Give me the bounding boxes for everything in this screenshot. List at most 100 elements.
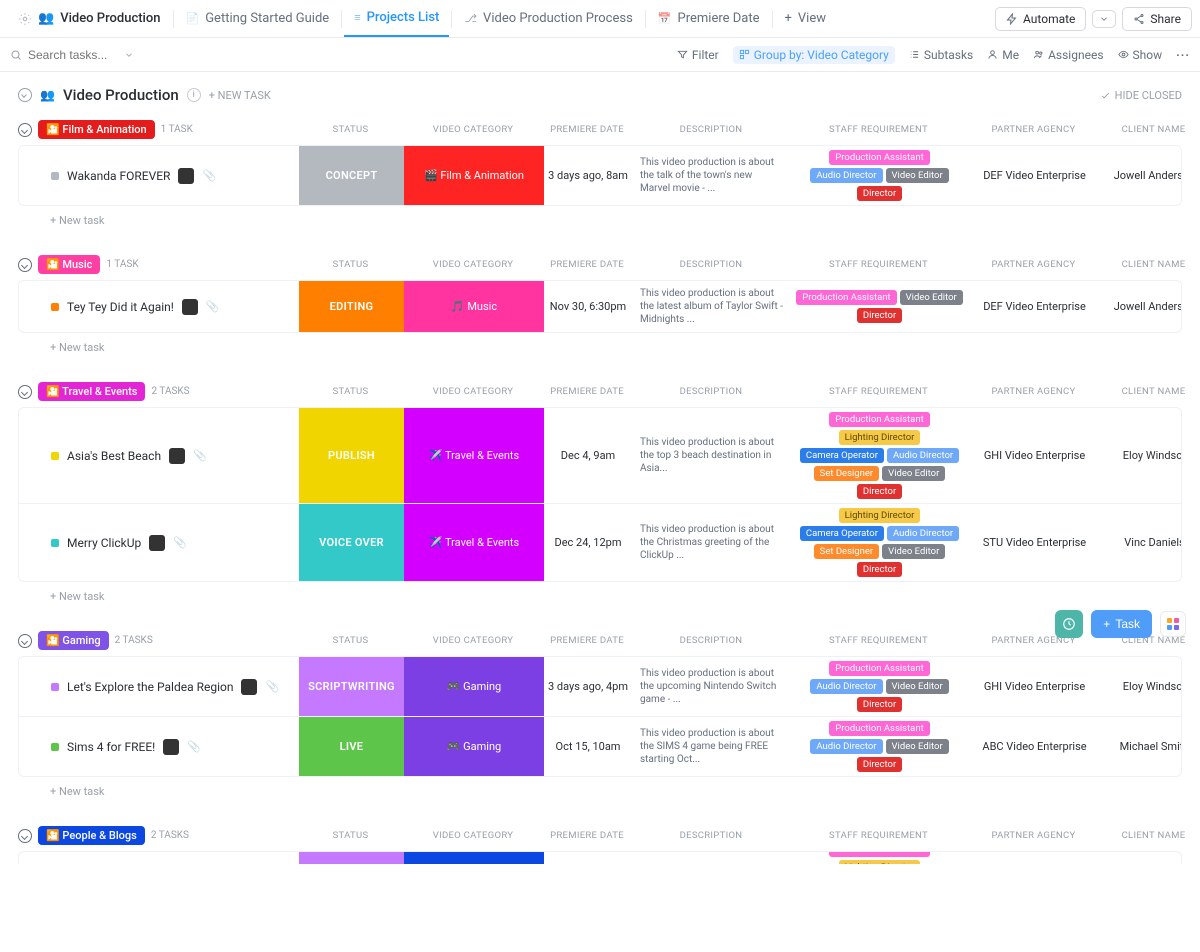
col-header[interactable]: VIDEO CATEGORY (403, 830, 543, 841)
staff-cell[interactable]: Production AssistantLighting Director (792, 852, 967, 864)
task-row[interactable]: Sims 4 for FREE! 📎 LIVE 🎮 Gaming Oct 15,… (19, 717, 1181, 776)
category-cell[interactable]: 🎮 Gaming (404, 657, 544, 716)
tab-projects-list[interactable]: ≡Projects List (344, 0, 449, 37)
col-header[interactable]: DESCRIPTION (631, 386, 791, 397)
col-header[interactable]: PREMIERE DATE (543, 830, 631, 841)
hide-closed[interactable]: HIDE CLOSED (1100, 89, 1182, 102)
status-cell[interactable] (299, 852, 404, 864)
date-cell[interactable]: Nov 30, 6:30pm (544, 281, 632, 332)
client-cell[interactable]: Michael Smith (1102, 717, 1182, 776)
staff-cell[interactable]: Production AssistantLighting DirectorCam… (792, 408, 967, 503)
date-cell[interactable]: 3 days ago, 4pm (544, 657, 632, 716)
group-pill[interactable]: 🎦 Gaming (38, 631, 109, 650)
group-toggle[interactable] (18, 258, 32, 272)
status-cell[interactable]: SCRIPTWRITING (299, 657, 404, 716)
col-header[interactable]: CLIENT NAME (1101, 259, 1200, 270)
staff-cell[interactable]: Production AssistantVideo EditorDirector (792, 281, 967, 332)
category-cell[interactable]: ✈️ Travel & Events (404, 504, 544, 581)
task-row[interactable]: Asia's Best Beach 📎 PUBLISH ✈️ Travel & … (19, 408, 1181, 504)
col-header[interactable]: PREMIERE DATE (543, 259, 631, 270)
date-cell[interactable] (544, 852, 632, 864)
task-row[interactable]: Let's Explore the Paldea Region 📎 SCRIPT… (19, 657, 1181, 717)
client-cell[interactable]: Vinc Daniels (1102, 504, 1182, 581)
date-cell[interactable]: Oct 15, 10am (544, 717, 632, 776)
client-cell[interactable]: Jowell Anderson (1102, 146, 1182, 205)
description-cell[interactable]: This video production is about the Chris… (632, 504, 792, 581)
staff-cell[interactable]: Production AssistantAudio DirectorVideo … (792, 657, 967, 716)
col-header[interactable]: PREMIERE DATE (543, 386, 631, 397)
category-cell[interactable]: 🎵 Music (404, 281, 544, 332)
group-pill[interactable]: 🎦 Music (38, 255, 100, 274)
client-cell[interactable]: Eloy Windsor (1102, 657, 1182, 716)
col-header[interactable]: STAFF REQUIREMENT (791, 386, 966, 397)
new-task-row[interactable]: + New task (18, 333, 1182, 354)
info-icon[interactable]: i (187, 88, 201, 102)
group-by-button[interactable]: Group by: Video Category (733, 46, 895, 64)
record-button[interactable] (1055, 610, 1083, 638)
description-cell[interactable] (632, 852, 792, 864)
category-cell[interactable]: ✈️ Travel & Events (404, 408, 544, 503)
status-cell[interactable]: PUBLISH (299, 408, 404, 503)
agency-cell[interactable]: DEF Video Enterprise (967, 146, 1102, 205)
new-task-row[interactable]: + New task (18, 777, 1182, 798)
share-button[interactable]: Share (1122, 7, 1192, 31)
col-header[interactable]: STATUS (298, 635, 403, 646)
agency-cell[interactable]: STU Video Enterprise (967, 504, 1102, 581)
client-cell[interactable] (1102, 852, 1181, 864)
group-toggle[interactable] (18, 634, 32, 648)
group-toggle[interactable] (18, 829, 32, 843)
agency-cell[interactable]: ABC Video Enterprise (967, 717, 1102, 776)
col-header[interactable]: CLIENT NAME (1101, 386, 1200, 397)
col-header[interactable]: PREMIERE DATE (543, 124, 631, 135)
group-pill[interactable]: 🎦 Film & Animation (38, 120, 155, 139)
col-header[interactable]: STATUS (298, 386, 403, 397)
group-pill[interactable]: 🎦 Travel & Events (38, 382, 145, 401)
col-header[interactable]: CLIENT NAME (1101, 830, 1200, 841)
description-cell[interactable]: This video production is about the SIMS … (632, 717, 792, 776)
description-cell[interactable]: This video production is about the top 3… (632, 408, 792, 503)
col-header[interactable]: PARTNER AGENCY (966, 259, 1101, 270)
staff-cell[interactable]: Production AssistantAudio DirectorVideo … (792, 146, 967, 205)
staff-cell[interactable]: Production AssistantAudio DirectorVideo … (792, 717, 967, 776)
col-header[interactable]: PARTNER AGENCY (966, 124, 1101, 135)
tab-getting-started-guide[interactable]: 📄Getting Started Guide (176, 0, 340, 37)
new-task-fab[interactable]: + Task (1091, 610, 1152, 638)
collapse-all[interactable] (18, 88, 32, 102)
col-header[interactable]: VIDEO CATEGORY (403, 259, 543, 270)
staff-cell[interactable]: Lighting DirectorCamera OperatorAudio Di… (792, 504, 967, 581)
tab-video-production-process[interactable]: ⎇Video Production Process (454, 0, 642, 37)
col-header[interactable]: PREMIERE DATE (543, 635, 631, 646)
automate-button[interactable]: Automate (995, 7, 1086, 31)
workspace-title[interactable]: 👥 Video Production (8, 0, 171, 37)
me-button[interactable]: Me (987, 48, 1019, 62)
subtasks-button[interactable]: Subtasks (909, 48, 973, 62)
category-cell[interactable] (404, 852, 544, 864)
description-cell[interactable]: This video production is about the upcom… (632, 657, 792, 716)
col-header[interactable]: STAFF REQUIREMENT (791, 259, 966, 270)
new-task-row[interactable]: + New task (18, 582, 1182, 603)
group-toggle[interactable] (18, 385, 32, 399)
col-header[interactable]: VIDEO CATEGORY (403, 386, 543, 397)
show-button[interactable]: Show (1118, 48, 1163, 62)
new-task-row[interactable]: + New task (18, 206, 1182, 227)
col-header[interactable]: DESCRIPTION (631, 830, 791, 841)
status-cell[interactable]: CONCEPT (299, 146, 404, 205)
task-row[interactable]: Merry ClickUp 📎 VOICE OVER ✈️ Travel & E… (19, 504, 1181, 581)
task-row[interactable]: Production AssistantLighting Director (19, 852, 1181, 864)
agency-cell[interactable]: GHI Video Enterprise (967, 408, 1102, 503)
col-header[interactable]: STAFF REQUIREMENT (791, 124, 966, 135)
col-header[interactable]: CLIENT NAME (1101, 124, 1200, 135)
category-cell[interactable]: 🎬 Film & Animation (404, 146, 544, 205)
status-cell[interactable]: LIVE (299, 717, 404, 776)
col-header[interactable]: STATUS (298, 124, 403, 135)
new-task-link[interactable]: + NEW TASK (209, 89, 271, 102)
automate-dropdown[interactable] (1092, 10, 1116, 28)
agency-cell[interactable] (967, 852, 1102, 864)
assignees-button[interactable]: Assignees (1033, 48, 1103, 62)
task-row[interactable]: Wakanda FOREVER 📎 CONCEPT 🎬 Film & Anima… (19, 146, 1181, 205)
add-view[interactable]: + View (775, 0, 837, 37)
filter-button[interactable]: Filter (677, 48, 719, 62)
client-cell[interactable]: Eloy Windsor (1102, 408, 1182, 503)
status-cell[interactable]: EDITING (299, 281, 404, 332)
group-pill[interactable]: 🎦 People & Blogs (38, 826, 145, 845)
